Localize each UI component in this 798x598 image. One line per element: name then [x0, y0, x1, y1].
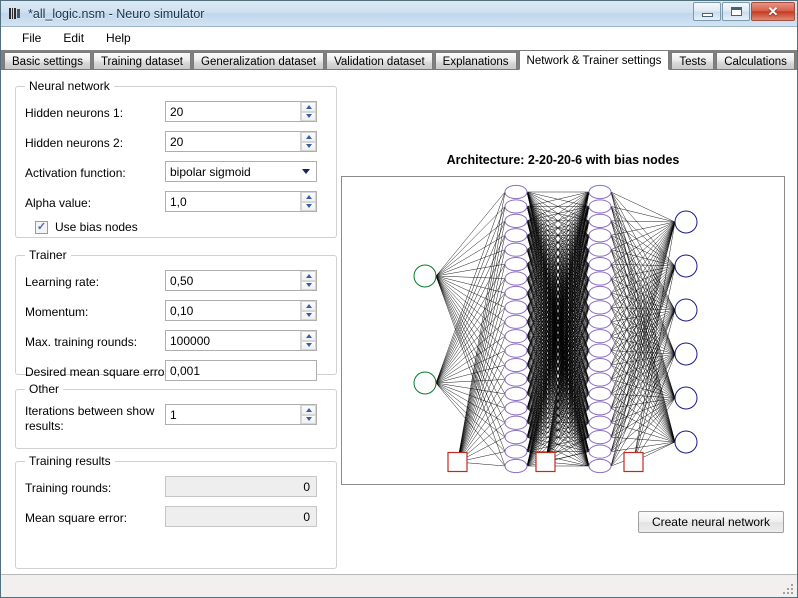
max-training-rounds-input[interactable]: 100000 [165, 330, 317, 351]
network-diagram-panel [341, 176, 785, 485]
momentum-value: 0,10 [170, 303, 194, 318]
activation-function-value: bipolar sigmoid [170, 164, 251, 179]
title-bar: *all_logic.nsm - Neuro simulator ✕ [1, 1, 797, 27]
use-bias-nodes-checkbox[interactable]: ✓ Use bias nodes [35, 220, 138, 234]
max-training-rounds-value: 100000 [170, 333, 211, 348]
spinner-up-icon[interactable] [301, 301, 316, 311]
activation-function-select[interactable]: bipolar sigmoid [165, 161, 317, 182]
alpha-value-spinner[interactable] [300, 192, 316, 211]
momentum-spinner[interactable] [300, 301, 316, 320]
window-title: *all_logic.nsm - Neuro simulator [28, 6, 205, 21]
label-hidden-neurons-1: Hidden neurons 1: [25, 106, 124, 120]
minimize-icon [701, 12, 713, 17]
alpha-value: 1,0 [170, 194, 187, 209]
group-training-results-caption: Training results [25, 454, 115, 468]
spinner-up-icon[interactable] [301, 132, 316, 142]
group-training-results: Training results Training rounds: 0 Mean… [15, 454, 337, 569]
label-mean-square-error: Mean square error: [25, 511, 128, 525]
menu-item-file[interactable]: File [11, 28, 52, 48]
label-desired-mean-square-error: Desired mean square error: [25, 365, 172, 379]
network-diagram-svg [413, 184, 698, 474]
spinner-up-icon[interactable] [301, 192, 316, 202]
tab-explanations[interactable]: Explanations [434, 52, 517, 70]
tab-network-trainer-settings[interactable]: Network & Trainer settings [518, 50, 670, 70]
label-alpha-value: Alpha value: [25, 196, 92, 210]
spinner-up-icon[interactable] [301, 331, 316, 341]
use-bias-nodes-label: Use bias nodes [55, 220, 138, 234]
hidden-neurons-2-spinner[interactable] [300, 132, 316, 151]
spinner-down-icon[interactable] [301, 414, 316, 424]
app-window: *all_logic.nsm - Neuro simulator ✕ File … [0, 0, 798, 598]
label-max-training-rounds: Max. training rounds: [25, 335, 138, 349]
maximize-button[interactable] [722, 2, 750, 21]
training-rounds-value: 0 [303, 479, 310, 494]
spinner-down-icon[interactable] [301, 201, 316, 211]
group-other: Other Iterations between show results: 1 [15, 382, 337, 449]
label-iterations-between-show-results: Iterations between show results: [25, 404, 155, 433]
close-icon: ✕ [767, 4, 779, 19]
spinner-down-icon[interactable] [301, 310, 316, 320]
learning-rate-value: 0,50 [170, 273, 194, 288]
iterations-input[interactable]: 1 [165, 404, 317, 425]
spinner-down-icon[interactable] [301, 340, 316, 350]
create-neural-network-label: Create neural network [651, 515, 771, 529]
label-hidden-neurons-2: Hidden neurons 2: [25, 136, 124, 150]
group-neural-network: Neural network Hidden neurons 1: 20 Hidd… [15, 79, 337, 238]
architecture-title: Architecture: 2-20-20-6 with bias nodes [446, 153, 680, 167]
group-trainer-caption: Trainer [25, 248, 71, 262]
spinner-up-icon[interactable] [301, 102, 316, 112]
learning-rate-spinner[interactable] [300, 271, 316, 290]
max-training-rounds-spinner[interactable] [300, 331, 316, 350]
menu-bar: File Edit Help [1, 27, 797, 50]
group-other-caption: Other [25, 382, 64, 396]
window-controls: ✕ [692, 2, 795, 21]
group-neural-network-caption: Neural network [25, 79, 114, 93]
iterations-value: 1 [170, 407, 177, 422]
tab-generalization-dataset[interactable]: Generalization dataset [193, 52, 325, 70]
desired-mean-square-error-input[interactable]: 0,001 [165, 360, 317, 381]
menu-item-help[interactable]: Help [95, 28, 142, 48]
resize-grip-icon[interactable] [781, 582, 793, 594]
tab-validation-dataset[interactable]: Validation dataset [326, 52, 433, 70]
spinner-down-icon[interactable] [301, 111, 316, 121]
alpha-value-input[interactable]: 1,0 [165, 191, 317, 212]
close-button[interactable]: ✕ [751, 2, 795, 21]
hidden-neurons-2-value: 20 [170, 134, 184, 149]
app-bars-icon [7, 7, 23, 21]
spinner-up-icon[interactable] [301, 271, 316, 281]
chevron-down-icon[interactable] [296, 169, 316, 174]
learning-rate-input[interactable]: 0,50 [165, 270, 317, 291]
hidden-neurons-1-spinner[interactable] [300, 102, 316, 121]
group-trainer: Trainer Learning rate: 0,50 Momentum: 0,… [15, 248, 337, 381]
hidden-neurons-1-value: 20 [170, 104, 184, 119]
tab-tests[interactable]: Tests [671, 52, 715, 70]
menu-item-edit[interactable]: Edit [52, 28, 95, 48]
hidden-neurons-2-input[interactable]: 20 [165, 131, 317, 152]
tab-training-dataset[interactable]: Training dataset [92, 52, 191, 70]
spinner-down-icon[interactable] [301, 280, 316, 290]
tab-basic-settings[interactable]: Basic settings [4, 52, 91, 70]
create-neural-network-button[interactable]: Create neural network [638, 511, 784, 533]
training-rounds-output: 0 [165, 476, 317, 497]
momentum-input[interactable]: 0,10 [165, 300, 317, 321]
label-learning-rate: Learning rate: [25, 275, 100, 289]
status-bar [1, 574, 797, 597]
checkbox-box[interactable]: ✓ [35, 220, 48, 234]
tab-calculations[interactable]: Calculations [716, 52, 795, 70]
check-icon: ✓ [36, 220, 47, 233]
spinner-down-icon[interactable] [301, 141, 316, 151]
label-momentum: Momentum: [25, 305, 89, 319]
tab-content-network-trainer: Neural network Hidden neurons 1: 20 Hidd… [1, 69, 797, 574]
iterations-spinner[interactable] [300, 405, 316, 424]
mean-square-error-output: 0 [165, 506, 317, 527]
label-training-rounds: Training rounds: [25, 481, 112, 495]
mean-square-error-value: 0 [303, 509, 310, 524]
spinner-up-icon[interactable] [301, 405, 316, 415]
minimize-button[interactable] [693, 2, 721, 21]
hidden-neurons-1-input[interactable]: 20 [165, 101, 317, 122]
label-activation-function: Activation function: [25, 166, 126, 180]
tab-strip: Basic settings Training dataset Generali… [1, 50, 797, 70]
desired-mean-square-error-value: 0,001 [170, 363, 201, 378]
maximize-icon [730, 7, 742, 16]
